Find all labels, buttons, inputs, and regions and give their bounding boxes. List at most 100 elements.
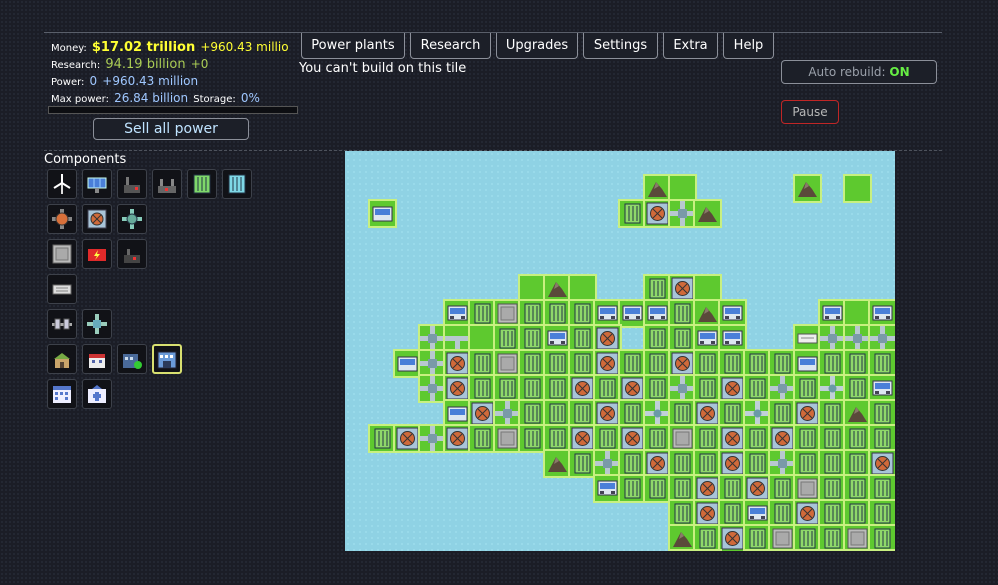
map-tile-rock[interactable] xyxy=(645,176,670,201)
map-tile-rock[interactable] xyxy=(795,176,820,201)
component-slot-factory[interactable] xyxy=(117,239,147,269)
component-slot-wind-turbine[interactable] xyxy=(47,169,77,199)
map-tile-battery[interactable] xyxy=(820,476,845,501)
map-tile-pipe[interactable] xyxy=(820,326,845,351)
map-tile-solar[interactable] xyxy=(720,326,745,351)
map-tile-pipe[interactable] xyxy=(870,326,895,351)
map-tile-pipe[interactable] xyxy=(770,376,795,401)
map-tile-reactor-core[interactable] xyxy=(695,476,720,501)
component-slot-oil-plant[interactable] xyxy=(152,169,182,199)
map-tile-reactor-core[interactable] xyxy=(720,376,745,401)
map-tile-rock[interactable] xyxy=(545,451,570,476)
component-slot-house-selected[interactable] xyxy=(152,344,182,374)
map-tile-battery[interactable] xyxy=(820,501,845,526)
game-map[interactable] xyxy=(345,151,895,551)
map-tile-grass[interactable] xyxy=(570,276,595,301)
map-tile-reactor-core[interactable] xyxy=(595,351,620,376)
map-tile-battery[interactable] xyxy=(620,201,645,226)
map-tile-reactor-core[interactable] xyxy=(620,376,645,401)
component-slot-battery[interactable] xyxy=(187,169,217,199)
map-tile-battery[interactable] xyxy=(745,451,770,476)
map-tile-rock[interactable] xyxy=(845,401,870,426)
map-tile-reactor-core[interactable] xyxy=(695,501,720,526)
map-tile-solar[interactable] xyxy=(595,301,620,326)
map-tile-solar[interactable] xyxy=(695,326,720,351)
map-tile-battery[interactable] xyxy=(870,401,895,426)
map-tile-grass[interactable] xyxy=(520,276,545,301)
component-slot-apartment[interactable] xyxy=(47,379,77,409)
component-slot-solar-panel[interactable] xyxy=(82,169,112,199)
map-tile-battery[interactable] xyxy=(745,351,770,376)
map-tile-battery[interactable] xyxy=(870,476,895,501)
component-slot-small-pipe[interactable] xyxy=(47,309,77,339)
map-tile-reactor-core[interactable] xyxy=(670,351,695,376)
map-tile-battery[interactable] xyxy=(520,326,545,351)
map-tile-pipe-cross[interactable] xyxy=(820,376,845,401)
map-tile-battery[interactable] xyxy=(520,301,545,326)
map-tile-battery[interactable] xyxy=(670,401,695,426)
map-tile-pipe[interactable] xyxy=(670,376,695,401)
map-tile-rock[interactable] xyxy=(670,526,695,551)
map-tile-grass[interactable] xyxy=(695,276,720,301)
pause-button[interactable]: Pause xyxy=(781,100,839,124)
map-tile-battery[interactable] xyxy=(870,526,895,551)
map-tile-battery[interactable] xyxy=(570,301,595,326)
map-tile-grass[interactable] xyxy=(845,301,870,326)
map-tile-battery[interactable] xyxy=(845,351,870,376)
map-tile-battery[interactable] xyxy=(845,376,870,401)
map-tile-battery[interactable] xyxy=(370,426,395,451)
map-tile-battery[interactable] xyxy=(820,526,845,551)
map-tile-battery[interactable] xyxy=(545,426,570,451)
map-tile-battery[interactable] xyxy=(620,476,645,501)
sell-all-power-button[interactable]: Sell all power xyxy=(93,118,249,140)
map-tile-reactor-core[interactable] xyxy=(720,426,745,451)
component-slot-battery-large[interactable] xyxy=(222,169,252,199)
map-tile-battery[interactable] xyxy=(870,351,895,376)
map-tile-battery[interactable] xyxy=(845,476,870,501)
map-tile-battery[interactable] xyxy=(820,351,845,376)
map-tile-solar[interactable] xyxy=(645,301,670,326)
map-tile-battery[interactable] xyxy=(470,376,495,401)
map-tile-battery[interactable] xyxy=(770,501,795,526)
component-slot-pipe-cross[interactable] xyxy=(82,309,112,339)
component-slot-house-small[interactable] xyxy=(47,344,77,374)
map-tile-reactor-core[interactable] xyxy=(445,351,470,376)
map-tile-battery[interactable] xyxy=(520,401,545,426)
map-tile-battery[interactable] xyxy=(570,401,595,426)
map-tile-reactor-core[interactable] xyxy=(645,451,670,476)
map-tile-plate[interactable] xyxy=(495,351,520,376)
map-tile-reactor-core[interactable] xyxy=(470,401,495,426)
map-tile-battery[interactable] xyxy=(620,401,645,426)
map-tile-battery[interactable] xyxy=(645,326,670,351)
map-tile-plate[interactable] xyxy=(670,426,695,451)
component-slot-heat-exchanger[interactable] xyxy=(47,204,77,234)
map-tile-reactor-core[interactable] xyxy=(645,201,670,226)
map-tile-solar[interactable] xyxy=(720,301,745,326)
map-tile-battery[interactable] xyxy=(495,376,520,401)
map-tile-battery[interactable] xyxy=(620,351,645,376)
map-tile-rock[interactable] xyxy=(545,276,570,301)
map-tile-battery[interactable] xyxy=(520,426,545,451)
map-tile-reactor-core[interactable] xyxy=(745,476,770,501)
map-tile-pipe[interactable] xyxy=(595,451,620,476)
map-tile-battery[interactable] xyxy=(570,451,595,476)
map-tile-battery[interactable] xyxy=(670,451,695,476)
map-tile-pipe-cross[interactable] xyxy=(645,401,670,426)
map-tile-rock[interactable] xyxy=(695,201,720,226)
map-tile-plate[interactable] xyxy=(795,476,820,501)
map-tile-battery[interactable] xyxy=(720,501,745,526)
tab-help[interactable]: Help xyxy=(723,33,774,59)
map-tile-battery[interactable] xyxy=(745,376,770,401)
map-tile-battery[interactable] xyxy=(770,401,795,426)
map-tile-battery[interactable] xyxy=(695,426,720,451)
map-tile-solar[interactable] xyxy=(620,301,645,326)
map-tile-plate[interactable] xyxy=(845,526,870,551)
component-slot-isolator[interactable] xyxy=(47,274,77,304)
map-tile-battery[interactable] xyxy=(645,351,670,376)
map-tile-solar[interactable] xyxy=(595,476,620,501)
map-tile-solar[interactable] xyxy=(745,501,770,526)
map-tile-battery[interactable] xyxy=(645,276,670,301)
map-tile-reactor-core[interactable] xyxy=(720,451,745,476)
map-tile-reactor-core[interactable] xyxy=(595,401,620,426)
tab-upgrades[interactable]: Upgrades xyxy=(496,33,578,59)
